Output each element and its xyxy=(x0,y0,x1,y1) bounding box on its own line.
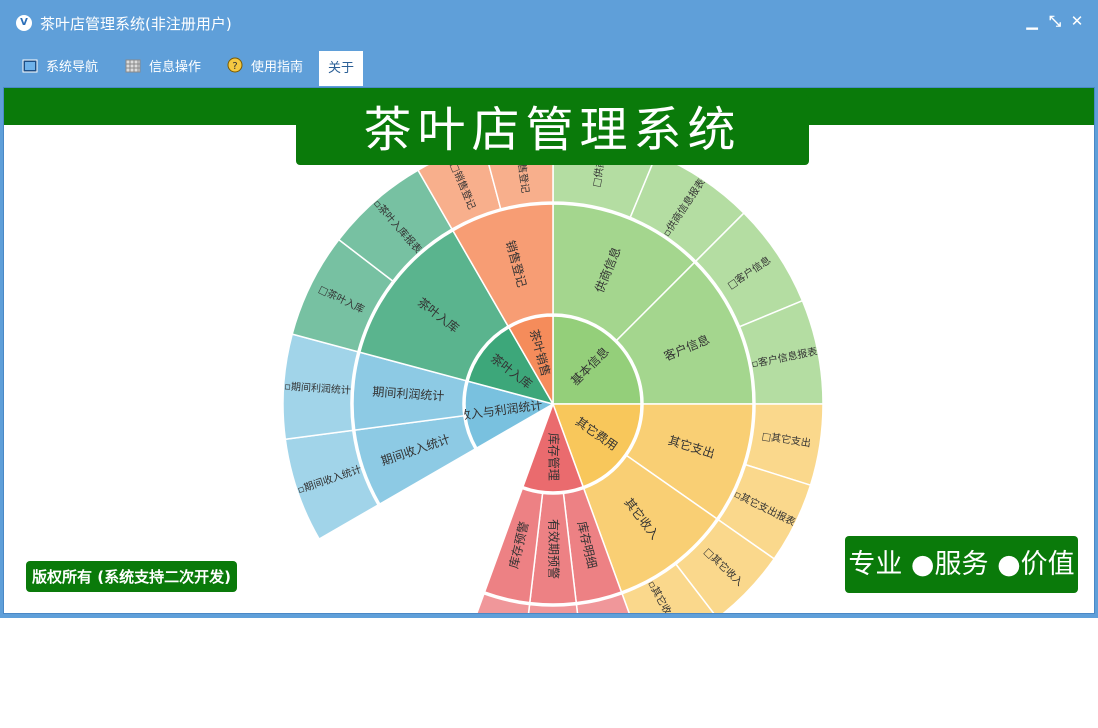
app-logo-icon: V xyxy=(16,15,32,31)
menu-user-guide[interactable]: ? 使用指南 xyxy=(227,52,303,84)
menu-label: 使用指南 xyxy=(251,60,304,75)
app-window: V 茶叶店管理系统(非注册用户) ▁ ⤡ ✕ 系统导航 信息操作 ? 使用指南 … xyxy=(0,0,1098,618)
banner-title: 茶叶店管理系统 xyxy=(296,95,809,165)
menu-label: 系统导航 xyxy=(46,60,99,75)
menu-bar: 系统导航 信息操作 ? 使用指南 关于 xyxy=(0,50,1098,86)
sunburst-segment[interactable] xyxy=(522,603,585,614)
grid-icon xyxy=(125,54,141,73)
navigation-icon xyxy=(22,54,38,73)
svg-text:?: ? xyxy=(232,61,237,72)
sunburst-label: 库存管理 xyxy=(547,433,562,481)
close-button[interactable]: ✕ xyxy=(1068,12,1086,30)
sunburst-segment[interactable] xyxy=(353,414,477,506)
help-icon: ? xyxy=(227,54,243,73)
copyright-label: 版权所有 (系统支持二次开发) xyxy=(26,561,237,592)
menu-label: 信息操作 xyxy=(149,60,202,75)
main-content: 基本信息 供商信息 □供商 ▫供商信息报表 客户信息 □客户信息 ▫客户信息报表 其它费用 其它… xyxy=(3,87,1095,614)
minimize-button[interactable]: ▁ xyxy=(1023,12,1041,30)
menu-system-navigation[interactable]: 系统导航 xyxy=(22,52,98,84)
slogan-label: 专业 ●服务 ●价值 xyxy=(845,536,1078,593)
sunburst-label: 有效期预警 xyxy=(547,519,562,579)
title-bar: V 茶叶店管理系统(非注册用户) ▁ ⤡ ✕ xyxy=(0,0,1098,46)
menu-label: 关于 xyxy=(328,61,355,76)
window-title: 茶叶店管理系统(非注册用户) xyxy=(40,15,232,33)
menu-info-operations[interactable]: 信息操作 xyxy=(125,52,201,84)
restore-button[interactable]: ⤡ xyxy=(1046,12,1064,30)
menu-about[interactable]: 关于 xyxy=(319,51,364,86)
